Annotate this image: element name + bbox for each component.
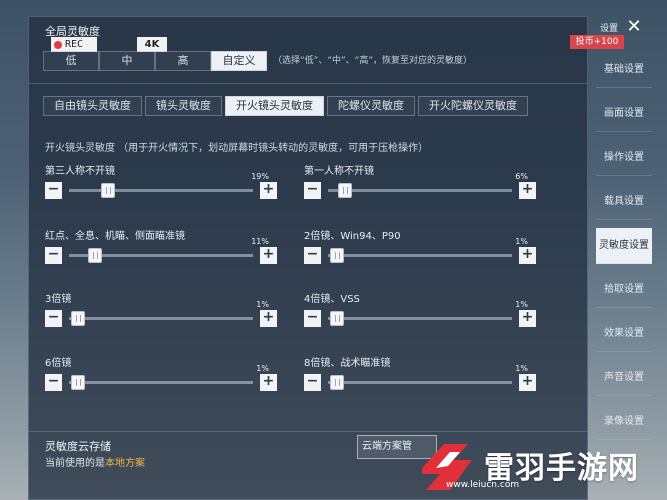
settings-sidebar: 设置 ✕ 投币+100 基础设置画面设置操作设置载具设置灵敏度设置拾取设置效果设…	[570, 16, 667, 500]
slider-label: 第三人称不开镜	[45, 166, 115, 177]
sensitivity-panel: 全局灵敏度 REC 4K 低 中 高 自定义 （选择“低”、“中”、“高”，恢复…	[28, 16, 588, 500]
slider-value: 1%	[515, 300, 528, 309]
tab-camera[interactable]: 镜头灵敏度	[145, 96, 222, 116]
slider-thumb[interactable]	[101, 183, 116, 198]
slider-track[interactable]	[69, 189, 253, 192]
preset-low[interactable]: 低	[43, 51, 99, 71]
preset-custom[interactable]: 自定义	[211, 51, 267, 71]
close-icon[interactable]: ✕	[624, 17, 644, 37]
sidebar-item[interactable]: 声音设置	[596, 360, 652, 396]
sidebar-item[interactable]: 效果设置	[596, 316, 652, 352]
slider-track[interactable]	[328, 254, 512, 257]
tab-firing-camera[interactable]: 开火镜头灵敏度	[225, 96, 324, 116]
preset-high[interactable]: 高	[155, 51, 211, 71]
sensitivity-slider: 第三人称不开镜 19% − +	[45, 162, 277, 202]
decrease-button[interactable]: −	[304, 182, 321, 199]
slider-thumb[interactable]	[87, 248, 102, 263]
sidebar-item[interactable]: 拾取设置	[596, 272, 652, 308]
increase-button[interactable]: +	[519, 182, 536, 199]
slider-label: 2倍镜、Win94、P90	[304, 231, 401, 242]
increase-button[interactable]: +	[260, 182, 277, 199]
decrease-button[interactable]: −	[304, 310, 321, 327]
sidebar-item[interactable]: 操作设置	[596, 140, 652, 176]
slider-label: 4倍镜、VSS	[304, 294, 360, 305]
decrease-button[interactable]: −	[45, 247, 62, 264]
slider-label: 第一人称不开镜	[304, 166, 374, 177]
slider-thumb[interactable]	[338, 183, 353, 198]
slider-value: 1%	[256, 364, 269, 373]
slider-thumb[interactable]	[329, 311, 344, 326]
sidebar-item[interactable]: 基础设置	[596, 52, 652, 88]
decrease-button[interactable]: −	[45, 374, 62, 391]
preset-selector: 低 中 高 自定义 （选择“低”、“中”、“高”，恢复至对应的灵敏度）	[43, 51, 472, 71]
sidebar-item[interactable]: 灵敏度设置	[596, 228, 652, 264]
rec-label: REC	[65, 39, 84, 50]
slider-value: 19%	[251, 172, 269, 181]
increase-button[interactable]: +	[519, 374, 536, 391]
cloud-storage-title: 灵敏度云存储	[45, 440, 111, 453]
slider-value: 1%	[515, 364, 528, 373]
slider-thumb[interactable]	[329, 248, 344, 263]
slider-track[interactable]	[69, 381, 253, 384]
slider-thumb[interactable]	[329, 375, 344, 390]
sidebar-item[interactable]: 录像设置	[596, 404, 652, 440]
sensitivity-slider: 第一人称不开镜 6% − +	[304, 162, 536, 202]
slider-thumb[interactable]	[70, 311, 85, 326]
preset-medium[interactable]: 中	[99, 51, 155, 71]
cloud-status-prefix: 当前使用的是	[45, 458, 105, 469]
increase-button[interactable]: +	[260, 310, 277, 327]
sensitivity-tabs: 自由镜头灵敏度 镜头灵敏度 开火镜头灵敏度 陀螺仪灵敏度 开火陀螺仪灵敏度	[43, 96, 531, 116]
watermark-url: www.leiucn.com	[446, 480, 520, 490]
slider-track[interactable]	[328, 317, 512, 320]
slider-label: 6倍镜	[45, 358, 72, 369]
settings-label: 设置	[600, 24, 619, 34]
slider-value: 1%	[515, 237, 528, 246]
slider-track[interactable]	[69, 317, 253, 320]
tab-firing-gyroscope[interactable]: 开火陀螺仪灵敏度	[418, 96, 528, 116]
tab-description: 开火镜头灵敏度 （用于开火情况下，划动屏幕时镜头转动的灵敏度，可用于压枪操作）	[45, 143, 429, 154]
sidebar-item[interactable]: 载具设置	[596, 184, 652, 220]
rec-badge: REC	[51, 37, 97, 52]
slider-value: 1%	[256, 300, 269, 309]
slider-value: 11%	[251, 237, 269, 246]
watermark-logo: 雷羽手游网 www.leiucn.com	[416, 438, 664, 496]
increase-button[interactable]: +	[519, 310, 536, 327]
divider	[29, 431, 587, 432]
sidebar-item[interactable]: 画面设置	[596, 96, 652, 132]
record-dot-icon	[54, 40, 62, 49]
coin-badge: 投币+100	[570, 35, 624, 49]
decrease-button[interactable]: −	[304, 374, 321, 391]
sensitivity-slider: 红点、全息、机瞄、侧面瞄准镜 11% − +	[45, 227, 277, 267]
tab-gyroscope[interactable]: 陀螺仪灵敏度	[327, 96, 415, 116]
sensitivity-slider: 3倍镜 1% − +	[45, 290, 277, 330]
slider-label: 3倍镜	[45, 294, 72, 305]
slider-track[interactable]	[328, 189, 512, 192]
increase-button[interactable]: +	[260, 374, 277, 391]
sensitivity-slider: 8倍镜、战术瞄准镜 1% − +	[304, 354, 536, 394]
resolution-badge: 4K	[137, 37, 167, 52]
sensitivity-slider: 2倍镜、Win94、P90 1% − +	[304, 227, 536, 267]
sensitivity-slider: 6倍镜 1% − +	[45, 354, 277, 394]
decrease-button[interactable]: −	[304, 247, 321, 264]
sensitivity-slider: 4倍镜、VSS 1% − +	[304, 290, 536, 330]
preset-hint: （选择“低”、“中”、“高”，恢复至对应的灵敏度）	[273, 56, 472, 66]
slider-track[interactable]	[328, 381, 512, 384]
slider-label: 红点、全息、机瞄、侧面瞄准镜	[45, 231, 185, 242]
slider-thumb[interactable]	[70, 375, 85, 390]
divider	[29, 83, 587, 84]
increase-button[interactable]: +	[519, 247, 536, 264]
cloud-storage-status: 当前使用的是本地方案	[45, 454, 145, 469]
slider-label: 8倍镜、战术瞄准镜	[304, 358, 391, 369]
decrease-button[interactable]: −	[45, 182, 62, 199]
slider-value: 6%	[515, 172, 528, 181]
increase-button[interactable]: +	[260, 247, 277, 264]
cloud-status-highlight: 本地方案	[105, 458, 145, 469]
tab-free-camera[interactable]: 自由镜头灵敏度	[43, 96, 142, 116]
decrease-button[interactable]: −	[45, 310, 62, 327]
